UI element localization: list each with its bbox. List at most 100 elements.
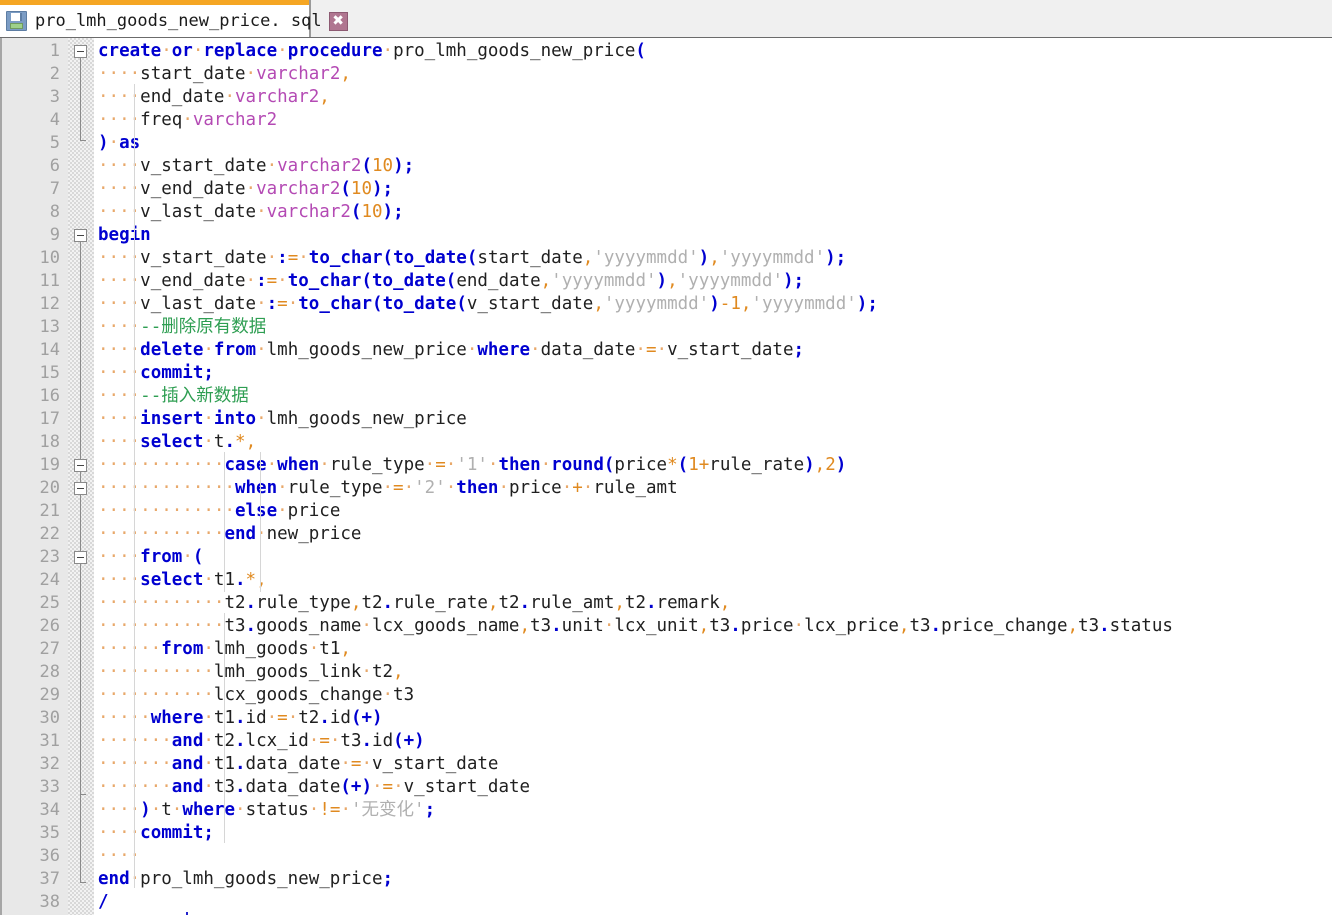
keyword-token: where [182, 800, 236, 820]
tab-sql-file[interactable]: pro_lmh_goods_new_price. sql ✖ [0, 0, 348, 37]
operator-token: ; [403, 156, 415, 176]
code-line[interactable]: ····insert·into·lmh_goods_new_price [94, 408, 1332, 431]
code-line[interactable]: ·······and·t2.lcx_id·=·t3.id(+) [94, 730, 1332, 753]
identifier-token: v_start_date [667, 340, 794, 360]
operator-token: , [582, 248, 594, 268]
operator-token: . [235, 754, 246, 774]
operator-token: ) [709, 294, 720, 314]
space-dot: · [203, 754, 214, 774]
space-dot: · [382, 685, 394, 705]
identifier-token: start_date [140, 64, 246, 84]
fold-toggle-subquery[interactable] [74, 551, 87, 564]
keyword-token: insert [140, 409, 204, 429]
identifier-token: lcx_goods_change [213, 685, 383, 705]
code-line[interactable]: ····v_last_date·varchar2(10); [94, 201, 1332, 224]
line-number: 5 [49, 133, 60, 153]
number-token: 2 [825, 455, 836, 475]
line-number: 35 [39, 823, 60, 843]
code-line[interactable]: ····commit; [94, 822, 1332, 845]
operator-token: = [277, 294, 288, 314]
identifier-token: rule_amt [530, 593, 615, 613]
code-line[interactable]: ····)·t·where·status·!=·'无变化'; [94, 799, 1332, 822]
space-dot: · [203, 570, 214, 590]
code-line[interactable]: ····select·t1.*, [94, 569, 1332, 592]
space-dot: · [235, 800, 246, 820]
string-token: 'yyyymmdd' [603, 294, 710, 314]
operator-token: = [393, 478, 404, 498]
indent-dots: ··········· [98, 685, 214, 705]
code-line[interactable]: ·······and·t3.data_date(+)·=·v_start_dat… [94, 776, 1332, 799]
keyword-token: to_char [308, 248, 383, 268]
code-line[interactable]: ·············else·price [94, 500, 1332, 523]
line-number: 10 [39, 248, 60, 268]
code-line[interactable]: ····select·t.*, [94, 431, 1332, 454]
code-line[interactable]: ····end_date·varchar2, [94, 86, 1332, 109]
code-line[interactable]: ····from·( [94, 546, 1332, 569]
operator-token: ( [456, 294, 467, 314]
identifier-token: t3 [909, 616, 931, 636]
code-line[interactable]: ····freq·varchar2 [94, 109, 1332, 132]
outer-join-token: (+) [393, 731, 425, 751]
code-editor[interactable]: 1 2 3 4 5 6 7 8 9 10 11 12 13 14 15 16 17 18 19 20 21 22 23 24 2… [0, 38, 1332, 915]
code-line[interactable]: ····v_start_date·varchar2(10); [94, 155, 1332, 178]
operator-token: ( [466, 248, 478, 268]
code-line[interactable]: ············t3.goods_name·lcx_goods_name… [94, 615, 1332, 638]
code-line[interactable]: end·pro_lmh_goods_new_price; [94, 868, 1332, 891]
code-line[interactable]: ····v_end_date·varchar2(10); [94, 178, 1332, 201]
operator-token: = [645, 340, 657, 360]
operator-token: . [361, 731, 373, 751]
indent-guide [260, 452, 261, 592]
line-number: 8 [49, 202, 60, 222]
operator-token: , [487, 593, 499, 613]
code-folding-column[interactable] [68, 38, 94, 915]
code-line[interactable]: ····commit; [94, 362, 1332, 385]
code-line[interactable]: ·············when·rule_type·=·'2'·then·p… [94, 477, 1332, 500]
code-line[interactable]: ············case·when·rule_type·=·'1'·th… [94, 454, 1332, 477]
code-line[interactable]: ····start_date·varchar2, [94, 63, 1332, 86]
fold-toggle-begin[interactable] [74, 229, 87, 242]
fold-toggle-when[interactable] [74, 482, 87, 495]
code-line[interactable]: ····delete·from·lmh_goods_new_price·wher… [94, 339, 1332, 362]
space-dot: · [203, 432, 214, 452]
code-line[interactable]: ····v_start_date·:=·to_char(to_date(star… [94, 247, 1332, 270]
code-line[interactable]: ·····where·t1.id·=·t2.id(+) [94, 707, 1332, 730]
identifier-token: v_end_date [140, 271, 246, 291]
code-line[interactable]: ···········lmh_goods_link·t2, [94, 661, 1332, 684]
code-line[interactable]: / [94, 891, 1332, 914]
identifier-token: t1 [319, 639, 341, 659]
identifier-token: end_date [456, 271, 541, 291]
code-line[interactable]: begin [94, 224, 1332, 247]
line-number: 25 [39, 593, 60, 613]
line-number: 20 [39, 478, 60, 498]
comment-token: --删除原有数据 [140, 317, 267, 337]
string-token: '1' [456, 455, 488, 475]
code-line[interactable]: ····v_last_date·:=·to_char(to_date(v_sta… [94, 293, 1332, 316]
code-line[interactable]: ····--插入新数据 [94, 385, 1332, 408]
identifier-token: lmh_goods_new_price [266, 409, 467, 429]
code-line[interactable]: ······from·lmh_goods·t1, [94, 638, 1332, 661]
tab-title: pro_lmh_goods_new_price. sql [35, 11, 322, 31]
operator-token: ) [835, 455, 847, 475]
code-line[interactable]: ····--删除原有数据 [94, 316, 1332, 339]
close-icon[interactable]: ✖ [328, 11, 348, 31]
identifier-token: t3 [1078, 616, 1100, 636]
line-number: 23 [39, 547, 60, 567]
fold-toggle-case[interactable] [74, 459, 87, 472]
operator-token: ) [382, 202, 394, 222]
identifier-token: t [213, 432, 225, 452]
code-line[interactable]: )·as [94, 132, 1332, 155]
fold-toggle-procedure[interactable] [74, 45, 87, 58]
keyword-token: when [234, 478, 278, 498]
code-content[interactable]: create · or · replace · procedure · pro_lmh_good… [94, 38, 1332, 915]
space-dot: · [277, 271, 288, 291]
space-dot: · [361, 616, 372, 636]
indent-dots: ············ [98, 524, 225, 544]
code-line[interactable]: ············t2.rule_type,t2.rule_rate,t2… [94, 592, 1332, 615]
code-line[interactable]: ···········lcx_goods_change·t3 [94, 684, 1332, 707]
identifier-token: pro_lmh_goods_new_price [393, 41, 636, 61]
code-line[interactable]: ············end·new_price [94, 523, 1332, 546]
code-line[interactable]: ···· [94, 845, 1332, 868]
code-line[interactable]: ·······and·t1.data_date·=·v_start_date [94, 753, 1332, 776]
code-line[interactable]: create·or·replace·procedure·pro_lmh_good… [94, 40, 1332, 63]
code-line[interactable]: ····v_end_date·:=·to_char(to_date(end_da… [94, 270, 1332, 293]
